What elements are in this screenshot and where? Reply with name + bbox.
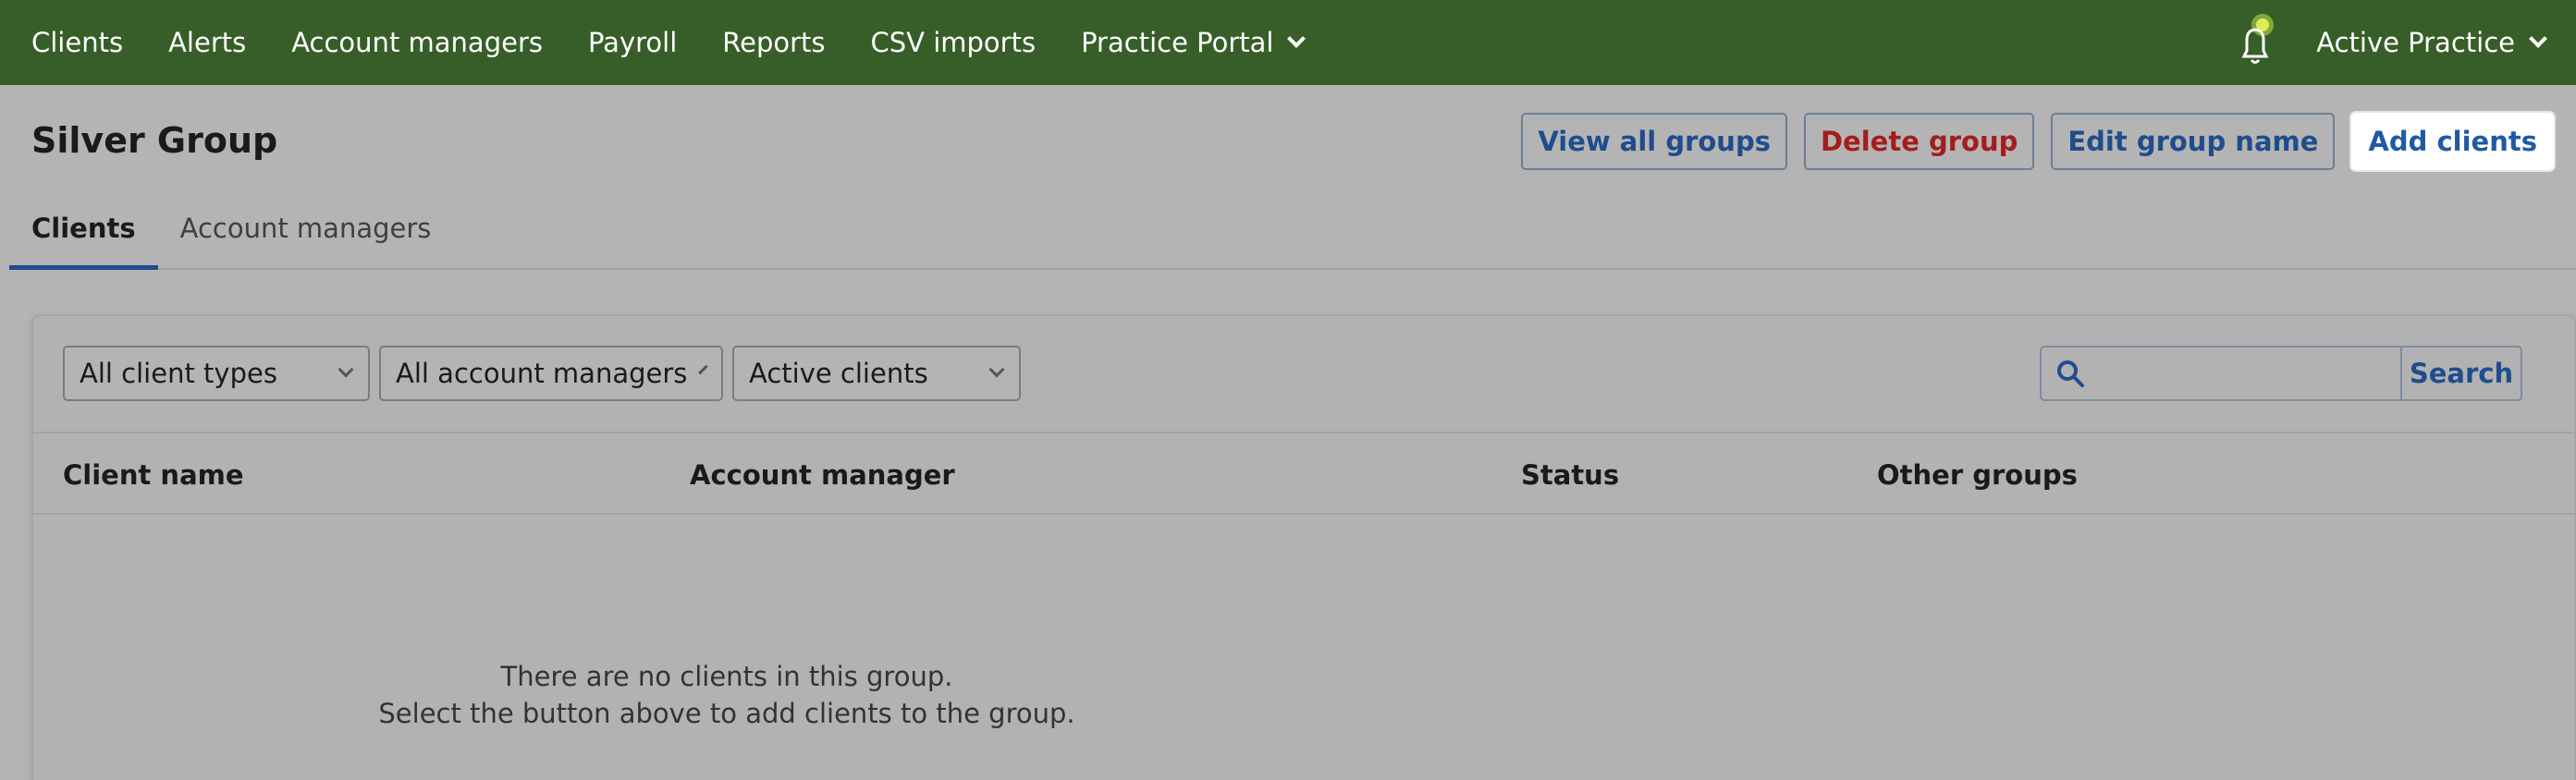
clients-card: All client types All account managers Ac…	[31, 314, 2576, 780]
chevron-down-icon	[988, 361, 1005, 378]
nav-alerts[interactable]: Alerts	[168, 27, 246, 58]
column-other-groups[interactable]: Other groups	[1877, 459, 2078, 491]
chevron-down-icon	[1287, 30, 1306, 48]
page-title: Silver Group	[31, 120, 278, 161]
chevron-down-icon	[2529, 30, 2547, 48]
tab-account-managers[interactable]: Account managers	[158, 205, 454, 270]
tab-clients[interactable]: Clients	[9, 205, 158, 270]
client-type-select[interactable]: All client types	[63, 346, 370, 401]
chevron-down-icon	[698, 364, 709, 375]
filter-bar: All client types All account managers Ac…	[63, 346, 1021, 401]
chevron-down-icon	[337, 361, 354, 378]
nav-reports[interactable]: Reports	[722, 27, 825, 58]
tab-bar: Clients Account managers	[9, 205, 2576, 270]
status-select-value: Active clients	[749, 358, 928, 389]
column-client-name[interactable]: Client name	[63, 459, 244, 491]
view-all-groups-button[interactable]: View all groups	[1521, 113, 1787, 170]
column-account-manager[interactable]: Account manager	[690, 459, 955, 491]
notifications-bell-icon[interactable]	[2233, 10, 2277, 75]
nav-clients[interactable]: Clients	[31, 27, 123, 58]
account-manager-select[interactable]: All account managers	[379, 346, 723, 401]
nav-practice-portal-label: Practice Portal	[1081, 27, 1274, 58]
edit-group-name-button[interactable]: Edit group name	[2051, 113, 2336, 170]
empty-state-message: There are no clients in this group.	[500, 661, 953, 692]
nav-payroll[interactable]: Payroll	[588, 27, 677, 58]
search-button[interactable]: Search	[2400, 347, 2521, 399]
top-navigation: Clients Alerts Account managers Payroll …	[0, 0, 2576, 85]
empty-state-hint: Select the button above to add clients t…	[378, 698, 1075, 729]
client-type-select-value: All client types	[80, 358, 277, 389]
account-manager-select-value: All account managers	[396, 358, 688, 389]
status-select[interactable]: Active clients	[732, 346, 1021, 401]
nav-account-managers[interactable]: Account managers	[291, 27, 543, 58]
column-status[interactable]: Status	[1521, 459, 1619, 491]
nav-csv-imports[interactable]: CSV imports	[871, 27, 1037, 58]
add-clients-button[interactable]: Add clients	[2351, 113, 2554, 170]
empty-state: There are no clients in this group. Sele…	[33, 658, 1420, 732]
search-input[interactable]	[2042, 347, 2400, 399]
nav-right-group: Active Practice	[2233, 0, 2576, 85]
delete-group-button[interactable]: Delete group	[1803, 113, 2035, 170]
search-box: Search	[2040, 346, 2522, 401]
table-header: Client name Account manager Status Other…	[33, 433, 2574, 515]
nav-practice-portal[interactable]: Practice Portal	[1081, 27, 1306, 58]
search-icon	[2057, 360, 2084, 387]
practice-switcher-label: Active Practice	[2316, 27, 2515, 58]
practice-switcher[interactable]: Active Practice	[2316, 27, 2547, 58]
group-actions: View all groups Delete group Edit group …	[1521, 113, 2554, 170]
